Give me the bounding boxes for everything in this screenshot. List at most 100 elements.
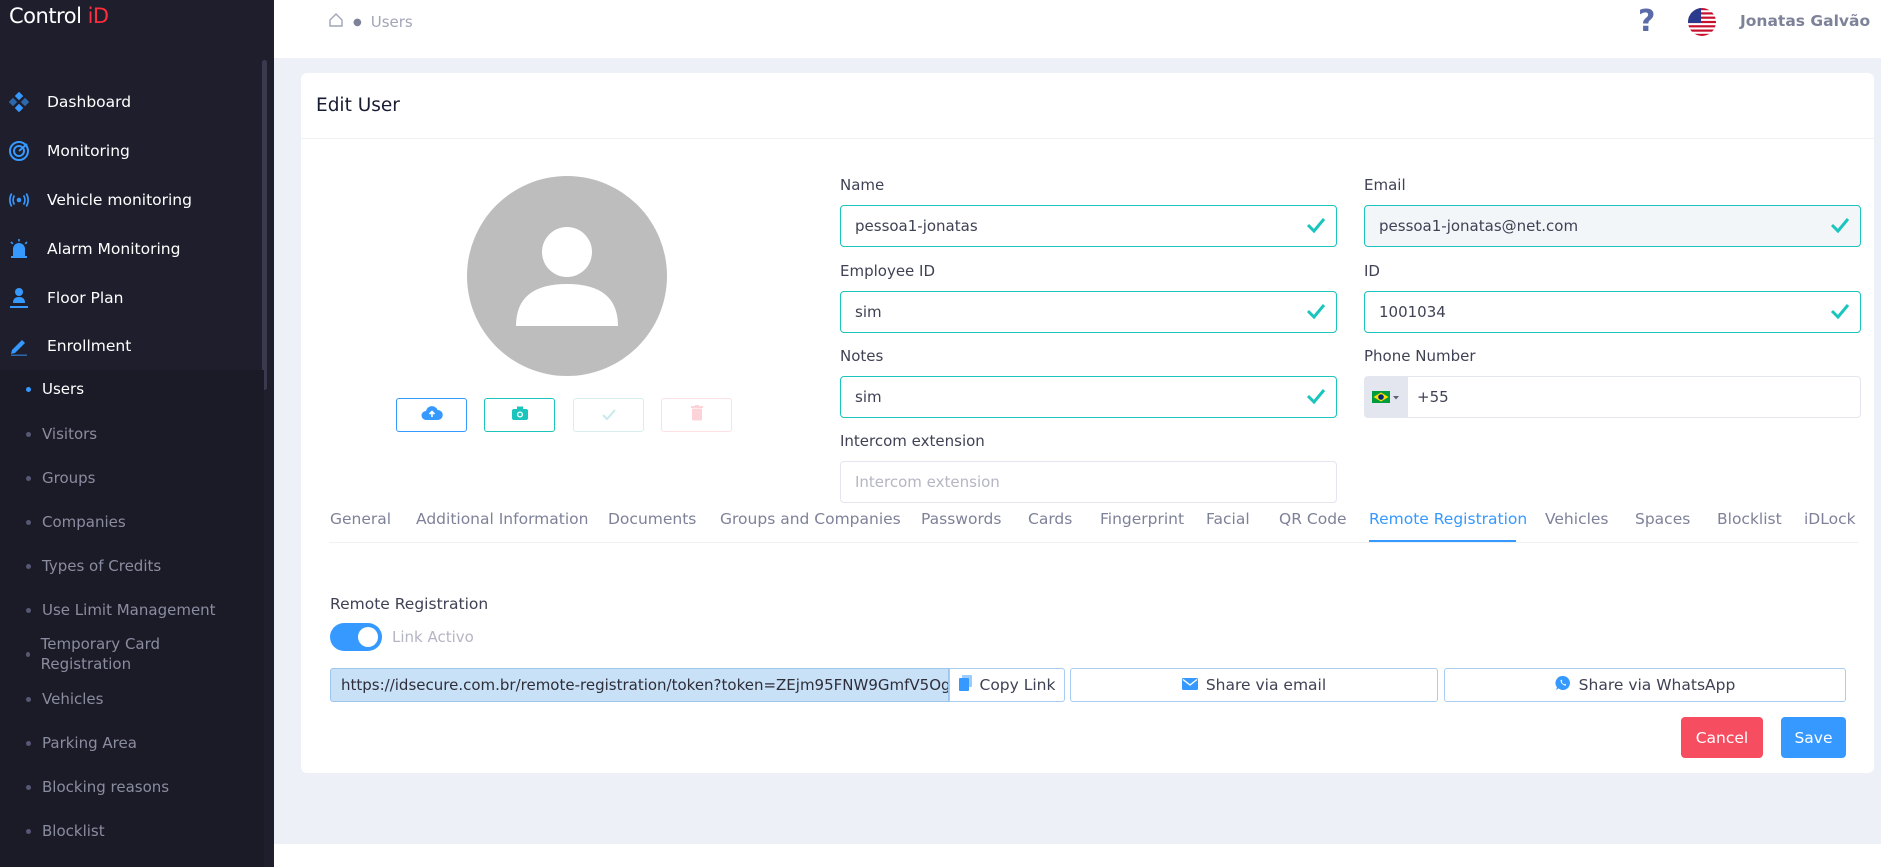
- phone-field[interactable]: +55: [1364, 376, 1861, 418]
- tab-cards[interactable]: Cards: [1028, 510, 1072, 528]
- valid-check-icon: [1830, 215, 1850, 239]
- id-field[interactable]: 1001034: [1364, 291, 1861, 333]
- share-email-button[interactable]: Share via email: [1070, 668, 1438, 702]
- bullet: [26, 651, 30, 657]
- country-code-select[interactable]: [1365, 377, 1408, 417]
- subitem-label: Parking Area: [42, 734, 137, 752]
- footer: [274, 844, 1881, 867]
- toggle-knob: [358, 627, 378, 647]
- tab-passwords[interactable]: Passwords: [921, 510, 1001, 528]
- id-value: 1001034: [1379, 303, 1446, 321]
- sidebar-subitem-users[interactable]: Users: [26, 380, 84, 398]
- subitem-label: Vehicles: [42, 690, 104, 708]
- subitem-label: Companies: [42, 513, 126, 531]
- siren-icon: [8, 238, 30, 260]
- sidebar-item-label: Monitoring: [47, 142, 130, 161]
- sidebar-subitem-temporary-card[interactable]: Temporary Card Registration: [26, 634, 196, 674]
- name-field[interactable]: pessoa1-jonatas: [840, 205, 1337, 247]
- email-field[interactable]: pessoa1-jonatas@net.com: [1364, 205, 1861, 247]
- sidebar-item-dashboard[interactable]: Dashboard: [0, 78, 264, 127]
- sidebar-subitem-blocking-reasons[interactable]: Blocking reasons: [26, 778, 169, 796]
- sidebar-item-enrollment[interactable]: Enrollment: [0, 322, 264, 371]
- bullet: [26, 563, 31, 569]
- cancel-button[interactable]: Cancel: [1681, 717, 1763, 758]
- topbar: ● Users ? Jonatas Galvão: [274, 0, 1881, 58]
- check-icon: [601, 406, 616, 425]
- sidebar-subitem-visitors[interactable]: Visitors: [26, 425, 97, 443]
- bullet: [26, 696, 31, 702]
- name-label: Name: [840, 176, 885, 194]
- tab-idlock[interactable]: iDLock: [1804, 510, 1856, 528]
- sidebar-item-label: Floor Plan: [47, 288, 124, 307]
- share-email-label: Share via email: [1205, 676, 1327, 694]
- sidebar-main-nav: Dashboard Monitoring Vehicle monitoring …: [0, 78, 264, 371]
- help-icon[interactable]: ?: [1638, 4, 1655, 39]
- sidebar-subitem-blocklist[interactable]: Blocklist: [26, 822, 105, 840]
- breadcrumb-current[interactable]: Users: [371, 13, 413, 31]
- delete-photo-button[interactable]: [661, 398, 732, 432]
- broadcast-icon: [8, 189, 30, 211]
- intercom-label: Intercom extension: [840, 432, 985, 450]
- sidebar-subitem-groups[interactable]: Groups: [26, 469, 95, 487]
- sidebar: Control iD Dashboard Monitoring Vehicle …: [0, 0, 274, 867]
- employee-id-field[interactable]: sim: [840, 291, 1337, 333]
- user-name[interactable]: Jonatas Galvão: [1740, 12, 1870, 30]
- tab-groups-and-companies[interactable]: Groups and Companies: [720, 510, 901, 528]
- email-label: Email: [1364, 176, 1406, 194]
- tab-vehicles[interactable]: Vehicles: [1545, 510, 1609, 528]
- remote-registration-label: Remote Registration: [330, 595, 489, 613]
- bullet: [26, 431, 31, 437]
- tab-additional-information[interactable]: Additional Information: [416, 510, 588, 528]
- bullet: [26, 386, 31, 392]
- email-value: pessoa1-jonatas@net.com: [1379, 217, 1579, 235]
- us-flag-icon[interactable]: [1688, 8, 1716, 36]
- bullet: [26, 828, 31, 834]
- sidebar-item-monitoring[interactable]: Monitoring: [0, 127, 264, 176]
- intercom-placeholder: Intercom extension: [855, 473, 1000, 491]
- dashboard-icon: [8, 91, 30, 113]
- valid-check-icon: [1306, 215, 1326, 239]
- employee-id-label: Employee ID: [840, 262, 936, 280]
- phone-value: +55: [1417, 388, 1449, 406]
- valid-check-icon: [1830, 301, 1850, 325]
- notes-field[interactable]: sim: [840, 376, 1337, 418]
- home-icon[interactable]: [328, 12, 344, 32]
- valid-check-icon: [1306, 301, 1326, 325]
- tab-spaces[interactable]: Spaces: [1635, 510, 1690, 528]
- tab-bar: General Additional Information Documents…: [329, 510, 1859, 543]
- tab-qr-code[interactable]: QR Code: [1279, 510, 1347, 528]
- tab-blocklist[interactable]: Blocklist: [1717, 510, 1782, 528]
- tab-documents[interactable]: Documents: [608, 510, 696, 528]
- bullet: [26, 740, 31, 746]
- sidebar-item-label: Dashboard: [47, 93, 132, 112]
- sidebar-item-floor-plan[interactable]: Floor Plan: [0, 273, 264, 322]
- sidebar-subitem-use-limit[interactable]: Use Limit Management: [26, 601, 216, 619]
- sidebar-subitem-vehicles[interactable]: Vehicles: [26, 690, 103, 708]
- link-active-toggle[interactable]: [330, 623, 382, 651]
- tab-facial[interactable]: Facial: [1206, 510, 1250, 528]
- upload-photo-button[interactable]: [396, 398, 467, 432]
- brand-logo[interactable]: Control iD: [9, 4, 109, 28]
- sidebar-item-alarm-monitoring[interactable]: Alarm Monitoring: [0, 224, 264, 273]
- registration-link-input[interactable]: https://idsecure.com.br/remote-registrat…: [330, 668, 949, 702]
- sidebar-item-vehicle-monitoring[interactable]: Vehicle monitoring: [0, 176, 264, 225]
- brand-text: Control: [9, 4, 88, 28]
- bullet: [26, 607, 31, 613]
- copy-link-button[interactable]: Copy Link: [949, 668, 1065, 702]
- pencil-icon: [8, 335, 30, 357]
- take-photo-button[interactable]: [484, 398, 555, 432]
- tab-remote-registration[interactable]: Remote Registration: [1369, 510, 1527, 528]
- save-button[interactable]: Save: [1781, 717, 1846, 758]
- subitem-label: Blocking reasons: [42, 778, 170, 796]
- tab-fingerprint[interactable]: Fingerprint: [1100, 510, 1184, 528]
- intercom-field[interactable]: Intercom extension: [840, 461, 1337, 503]
- sidebar-subitem-companies[interactable]: Companies: [26, 513, 126, 531]
- sidebar-subitem-types-of-credits[interactable]: Types of Credits: [26, 557, 161, 575]
- tab-general[interactable]: General: [330, 510, 391, 528]
- subitem-label: Blocklist: [42, 822, 105, 840]
- subitem-label: Temporary Card Registration: [40, 635, 161, 673]
- sidebar-subitem-parking-area[interactable]: Parking Area: [26, 734, 137, 752]
- id-label: ID: [1364, 262, 1380, 280]
- confirm-photo-button[interactable]: [573, 398, 644, 432]
- share-whatsapp-button[interactable]: Share via WhatsApp: [1444, 668, 1846, 702]
